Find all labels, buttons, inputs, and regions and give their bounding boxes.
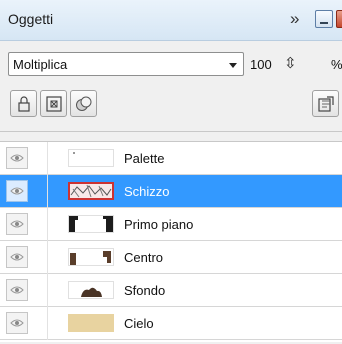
layer-row[interactable]: Primo piano [0, 208, 342, 241]
column-divider [47, 241, 48, 274]
close-icon[interactable]: ✕ [336, 10, 342, 28]
column-divider [47, 175, 48, 208]
blend-mode-value: Moltiplica [13, 57, 68, 72]
layer-name: Schizzo [124, 184, 170, 199]
lock-layer-button[interactable] [10, 90, 37, 117]
layer-name: Sfondo [124, 283, 166, 298]
layer-row[interactable]: Centro [0, 241, 342, 274]
eye-icon[interactable] [6, 180, 28, 202]
panel-title: Oggetti [8, 11, 54, 27]
layer-row[interactable]: Sfondo [0, 274, 342, 307]
blend-mode-select[interactable]: Moltiplica [8, 52, 244, 76]
title-bar: Oggetti » ✕ [0, 0, 342, 41]
mask-button[interactable] [40, 90, 67, 117]
overflow-menu-icon[interactable]: » [290, 9, 299, 29]
layer-row[interactable]: Palette [0, 142, 342, 175]
opacity-spinner-icon[interactable]: ⇳ [284, 54, 297, 72]
eye-icon[interactable] [6, 246, 28, 268]
column-divider [47, 307, 48, 340]
eye-icon[interactable] [6, 213, 28, 235]
layer-thumbnail [68, 182, 114, 200]
layer-thumbnail [68, 215, 114, 233]
eye-icon[interactable] [6, 279, 28, 301]
layer-list: Palette Schizzo Primo piano Centro Sfond… [0, 141, 342, 342]
mask-icon [46, 96, 62, 112]
clip-button[interactable] [70, 90, 97, 117]
layer-name: Primo piano [124, 217, 194, 232]
layer-name: Cielo [124, 316, 154, 331]
layer-thumbnail [68, 149, 114, 167]
column-divider [47, 142, 48, 175]
column-divider [47, 274, 48, 307]
layer-thumbnail [68, 314, 114, 332]
eye-icon[interactable] [6, 312, 28, 334]
layer-name: Centro [124, 250, 164, 265]
layer-thumbnail [68, 281, 114, 299]
layer-row[interactable]: Schizzo [0, 175, 342, 208]
opacity-input[interactable]: 100 [250, 57, 272, 72]
layer-properties-button[interactable] [312, 90, 339, 117]
column-divider [47, 208, 48, 241]
lock-icon [18, 96, 30, 112]
layer-thumbnail [68, 248, 114, 266]
eye-icon[interactable] [6, 147, 28, 169]
layer-row[interactable]: Cielo [0, 307, 342, 340]
chevron-down-icon [229, 63, 237, 68]
minimize-icon[interactable] [315, 10, 333, 28]
toolbar-divider [0, 131, 342, 132]
layer-properties-icon [318, 96, 334, 112]
opacity-unit: % [331, 57, 342, 72]
layer-name: Palette [124, 151, 165, 166]
clip-icon [76, 96, 92, 111]
